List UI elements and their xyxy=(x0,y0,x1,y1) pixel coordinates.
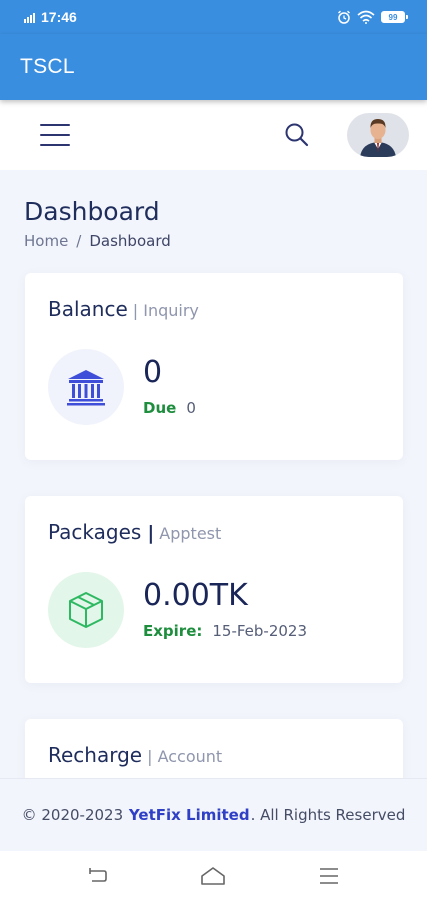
app-bar: TSCL xyxy=(0,34,427,100)
due-label: Due xyxy=(143,399,177,417)
packages-value: 0.00TK xyxy=(143,578,248,613)
packages-icon-circle xyxy=(48,572,124,648)
alarm-icon xyxy=(338,10,350,24)
back-icon xyxy=(89,867,107,882)
wifi-icon xyxy=(357,10,375,24)
packages-card-separator: | xyxy=(147,522,155,544)
footer-brand-link[interactable]: YetFix Limited xyxy=(129,806,250,824)
status-bar: 17:46 99 xyxy=(0,0,427,34)
back-button[interactable] xyxy=(84,864,112,888)
bank-icon xyxy=(67,370,105,406)
expire-label: Expire: xyxy=(143,622,203,640)
battery-icon: 99 xyxy=(381,11,408,23)
avatar[interactable] xyxy=(347,113,409,157)
packages-expire: Expire: 15-Feb-2023 xyxy=(143,622,307,640)
balance-card[interactable]: Balance | Inquiry 0 Due 0 xyxy=(25,273,403,460)
page-title: Dashboard xyxy=(24,197,160,226)
recent-apps-button[interactable] xyxy=(315,864,343,888)
balance-due: Due 0 xyxy=(143,399,196,417)
expire-value: 15-Feb-2023 xyxy=(212,622,308,640)
packages-card-header: Packages | Apptest xyxy=(48,520,221,544)
packages-card-title: Packages xyxy=(48,520,142,544)
hamburger-menu-icon[interactable] xyxy=(40,124,70,146)
footer-copyright: © 2020-2023 xyxy=(21,806,124,824)
nav-right xyxy=(283,113,409,157)
home-button[interactable] xyxy=(199,864,227,888)
balance-card-title: Balance xyxy=(48,297,128,321)
signal-icon xyxy=(24,11,35,23)
top-nav xyxy=(0,100,427,170)
balance-card-subtitle: | Inquiry xyxy=(132,301,199,320)
recharge-card-title: Recharge xyxy=(48,743,143,767)
user-avatar-icon xyxy=(360,119,396,157)
search-icon[interactable] xyxy=(283,121,311,149)
breadcrumb: Home / Dashboard xyxy=(24,232,171,250)
status-time: 17:46 xyxy=(41,9,77,25)
status-left: 17:46 xyxy=(24,9,77,25)
breadcrumb-home-link[interactable]: Home xyxy=(24,232,68,250)
box-icon xyxy=(69,592,103,628)
footer-rights: . All Rights Reserved xyxy=(250,806,406,824)
recent-apps-icon xyxy=(320,867,339,884)
status-right: 99 xyxy=(337,10,408,24)
home-icon xyxy=(201,866,226,885)
balance-value: 0 xyxy=(143,355,163,390)
balance-icon-circle xyxy=(48,349,124,425)
system-nav-bar xyxy=(0,851,427,900)
breadcrumb-separator: / xyxy=(76,232,82,250)
breadcrumb-current: Dashboard xyxy=(89,232,171,250)
app-title: TSCL xyxy=(20,55,75,78)
recharge-card-subtitle: | Account xyxy=(147,747,223,766)
packages-card-subtitle: Apptest xyxy=(159,524,222,543)
recharge-card-header: Recharge | Account xyxy=(48,743,222,767)
balance-card-header: Balance | Inquiry xyxy=(48,297,199,321)
due-value: 0 xyxy=(186,399,196,417)
footer: © 2020-2023 YetFix Limited. All Rights R… xyxy=(0,778,427,851)
packages-card[interactable]: Packages | Apptest 0.00TK Expire: 15-Feb… xyxy=(25,496,403,683)
